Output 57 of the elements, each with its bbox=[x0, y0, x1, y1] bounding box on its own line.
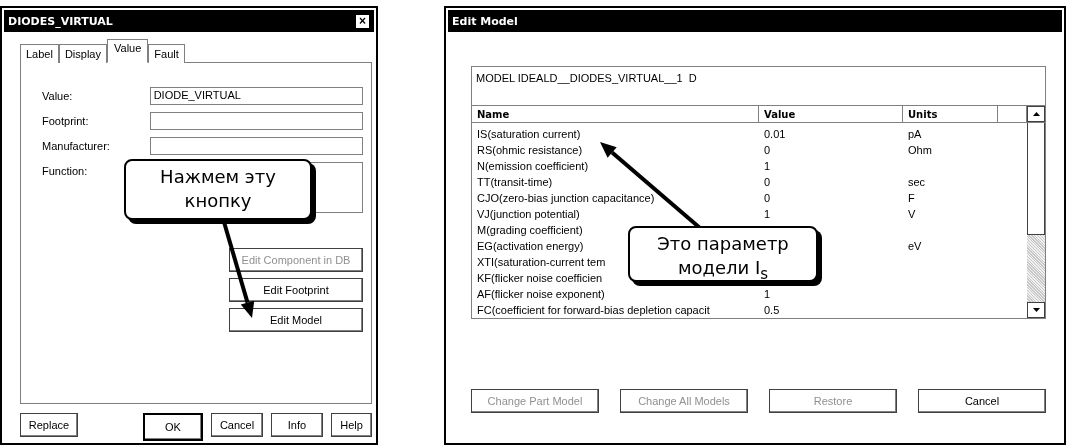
scroll-down-button[interactable] bbox=[1027, 302, 1045, 318]
table-cell: eV bbox=[908, 240, 922, 252]
table-cell: sec bbox=[908, 176, 926, 188]
table-cell: 0.5 bbox=[764, 304, 780, 316]
dialog-button[interactable]: Info bbox=[271, 413, 323, 437]
table-cell: Ohm bbox=[908, 144, 932, 156]
field-label: Footprint: bbox=[42, 114, 90, 127]
table-cell: F bbox=[908, 192, 915, 204]
table-cell: IS(saturation current) bbox=[477, 128, 581, 140]
close-button[interactable]: × bbox=[355, 13, 370, 29]
table-cell: 0 bbox=[764, 192, 771, 204]
dialog-button[interactable]: Cancel bbox=[918, 389, 1046, 413]
dialog-button[interactable]: Edit Model bbox=[229, 308, 363, 332]
dialog-button[interactable]: OK bbox=[143, 413, 203, 441]
dialog-button[interactable]: Help bbox=[331, 413, 372, 437]
scrollbar[interactable] bbox=[1027, 123, 1045, 318]
down-arrow-icon bbox=[1032, 308, 1040, 312]
table-cell: V bbox=[908, 208, 916, 220]
dialog-button[interactable]: Cancel bbox=[211, 413, 263, 437]
table-cell: AF(flicker noise exponent) bbox=[477, 288, 605, 300]
column-header: Value bbox=[764, 109, 796, 120]
model-line: MODEL IDEALD__DIODES_VIRTUAL__1 D bbox=[475, 71, 698, 86]
table-cell: TT(transit-time) bbox=[477, 176, 553, 188]
dialog-button[interactable]: Replace bbox=[20, 413, 78, 437]
table-cell: RS(ohmic resistance) bbox=[477, 144, 583, 156]
dialog-button[interactable]: Edit Footprint bbox=[229, 278, 363, 302]
table-cell: 0 bbox=[764, 176, 771, 188]
table-cell: FC(coefficient for forward-bias depletion capacit bbox=[477, 304, 710, 316]
table-cell: N(emission coefficient) bbox=[477, 160, 589, 172]
input-field[interactable] bbox=[149, 137, 363, 155]
table-cell: 1 bbox=[764, 160, 771, 172]
table-cell: pA bbox=[908, 128, 922, 140]
table-cell: EG(activation energy) bbox=[477, 240, 584, 252]
column-header: Name bbox=[477, 109, 510, 120]
tab[interactable]: Display bbox=[58, 44, 107, 63]
tab[interactable]: Label bbox=[20, 44, 59, 63]
table-cell: 0.01 bbox=[764, 128, 786, 140]
window-title: DIODES_VIRTUAL bbox=[8, 14, 113, 28]
table-cell: M(grading coefficient) bbox=[477, 224, 583, 236]
field-label: Manufacturer: bbox=[42, 139, 111, 152]
window-title: Edit Model bbox=[452, 14, 518, 28]
table-cell: 0 bbox=[764, 144, 771, 156]
input-field[interactable]: DIODE_VIRTUAL bbox=[149, 87, 363, 105]
input-field[interactable] bbox=[149, 112, 363, 130]
table-cell: VJ(junction potential) bbox=[477, 208, 580, 220]
tab[interactable]: Fault bbox=[148, 44, 185, 63]
scroll-up-button[interactable] bbox=[1027, 106, 1045, 122]
field-label: Function: bbox=[42, 164, 89, 177]
table-cell: XTI(saturation-current tem bbox=[477, 256, 606, 268]
up-arrow-icon bbox=[1032, 112, 1040, 116]
table-cell: KF(flicker noise coefficien bbox=[477, 272, 603, 284]
field-label: Value: bbox=[42, 89, 74, 102]
table-cell: 1 bbox=[764, 288, 771, 300]
tab[interactable]: Value bbox=[107, 39, 149, 63]
table-cell: CJO(zero-bias junction capacitance) bbox=[477, 192, 655, 204]
column-header: Units bbox=[908, 109, 938, 120]
table-cell: 1 bbox=[764, 208, 771, 220]
